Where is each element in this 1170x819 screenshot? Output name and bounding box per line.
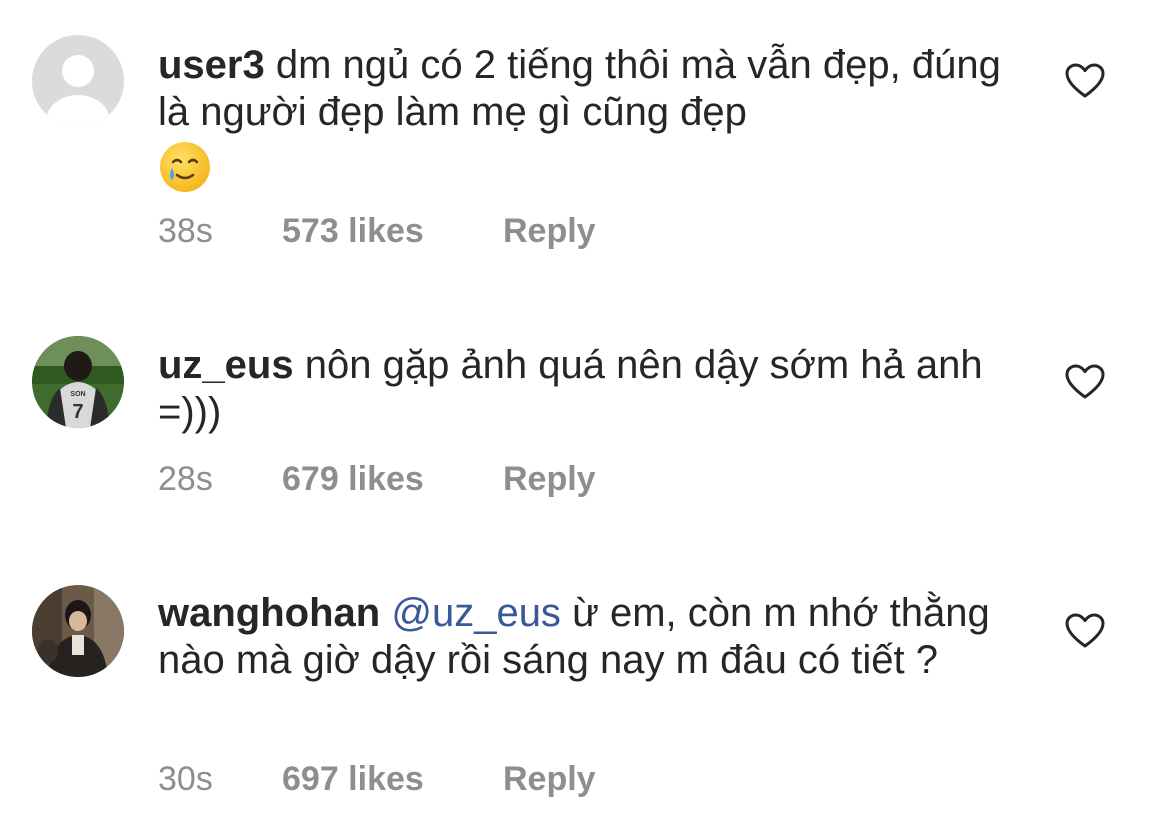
comment-meta: 28s 679 likes Reply (158, 460, 596, 499)
comment-likes[interactable]: 573 likes (282, 212, 503, 251)
comment-likes[interactable]: 697 likes (282, 760, 503, 799)
comment-username[interactable]: uz_eus (158, 343, 294, 387)
profile-photo-avatar[interactable]: SON 7 (32, 336, 124, 428)
comment-username[interactable]: wanghohan (158, 591, 380, 635)
profile-photo-avatar[interactable] (32, 585, 124, 677)
comment-mention-link[interactable]: @uz_eus (391, 591, 561, 635)
heart-icon[interactable] (1065, 613, 1105, 649)
smiling-face-with-tear-icon (160, 142, 210, 192)
comment-body: wanghohan @uz_eus ừ em, còn m nhớ thằng … (158, 590, 1028, 684)
reply-button[interactable]: Reply (503, 460, 596, 499)
heart-icon[interactable] (1065, 364, 1105, 400)
comment-time: 28s (158, 460, 213, 498)
comment-likes[interactable]: 679 likes (282, 460, 503, 499)
heart-icon[interactable] (1065, 63, 1105, 99)
svg-text:7: 7 (72, 401, 83, 423)
default-avatar-icon[interactable] (32, 35, 124, 127)
comment-meta: 30s 697 likes Reply (158, 760, 596, 799)
comment-time: 38s (158, 212, 213, 250)
comment-time: 30s (158, 760, 213, 798)
comment-body: user3 dm ngủ có 2 tiếng thôi mà vẫn đẹp,… (158, 42, 1028, 194)
reply-button[interactable]: Reply (503, 760, 596, 799)
comment-body: uz_eus nôn gặp ảnh quá nên dậy sớm hả an… (158, 342, 1028, 436)
comment-meta: 38s 573 likes Reply (158, 212, 596, 251)
comment-username[interactable]: user3 (158, 43, 265, 87)
comment-text: dm ngủ có 2 tiếng thôi mà vẫn đẹp, đúng … (158, 43, 1001, 134)
svg-text:SON: SON (70, 391, 85, 398)
reply-button[interactable]: Reply (503, 212, 596, 251)
